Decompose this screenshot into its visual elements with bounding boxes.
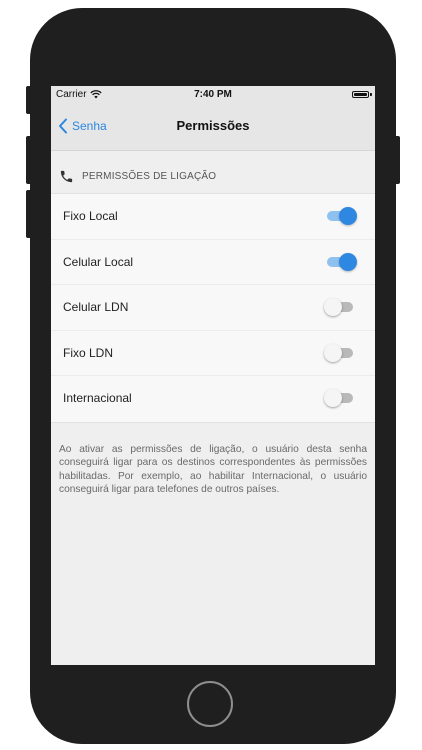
toggle-knob <box>324 389 342 408</box>
toggle-knob <box>339 252 357 271</box>
permission-row-fixo-local: Fixo Local <box>51 194 375 240</box>
phone-icon <box>60 170 73 183</box>
home-button[interactable] <box>187 681 233 727</box>
battery-icon <box>352 91 369 98</box>
navigation-bar: Senha Permissões <box>51 104 375 151</box>
battery-tip <box>370 93 372 96</box>
status-time: 7:40 PM <box>194 89 232 100</box>
toggle-knob <box>324 298 342 317</box>
permission-row-fixo-ldn: Fixo LDN <box>51 331 375 377</box>
permission-label: Fixo LDN <box>63 345 114 360</box>
screen: Carrier 7:40 PM Senha Permissões PERMISS… <box>51 86 375 665</box>
permission-label: Fixo Local <box>63 209 118 223</box>
section-title: PERMISSÕES DE LIGAÇÃO <box>82 171 217 182</box>
fixo-local-toggle[interactable] <box>327 207 357 225</box>
toggle-knob <box>324 343 342 362</box>
page-title: Permissões <box>176 118 250 133</box>
permission-row-internacional: Internacional <box>51 376 375 422</box>
permission-row-celular-local: Celular Local <box>51 240 375 286</box>
celular-ldn-toggle[interactable] <box>324 298 353 317</box>
status-bar: Carrier 7:40 PM <box>51 86 375 104</box>
permission-label: Internacional <box>63 391 132 406</box>
celular-local-toggle[interactable] <box>327 252 357 271</box>
permissions-description: Ao ativar as permissões de ligação, o us… <box>59 444 367 496</box>
permission-label: Celular Local <box>63 254 134 269</box>
permissions-list: Fixo Local Celular Local Celular LDN Fix… <box>51 193 375 423</box>
internacional-toggle[interactable] <box>324 389 353 408</box>
permission-label: Celular LDN <box>63 300 129 315</box>
permission-row-celular-ldn: Celular LDN <box>51 285 375 331</box>
toggle-knob <box>339 207 357 225</box>
section-header: PERMISSÕES DE LIGAÇÃO <box>51 164 375 190</box>
fixo-ldn-toggle[interactable] <box>324 343 353 362</box>
